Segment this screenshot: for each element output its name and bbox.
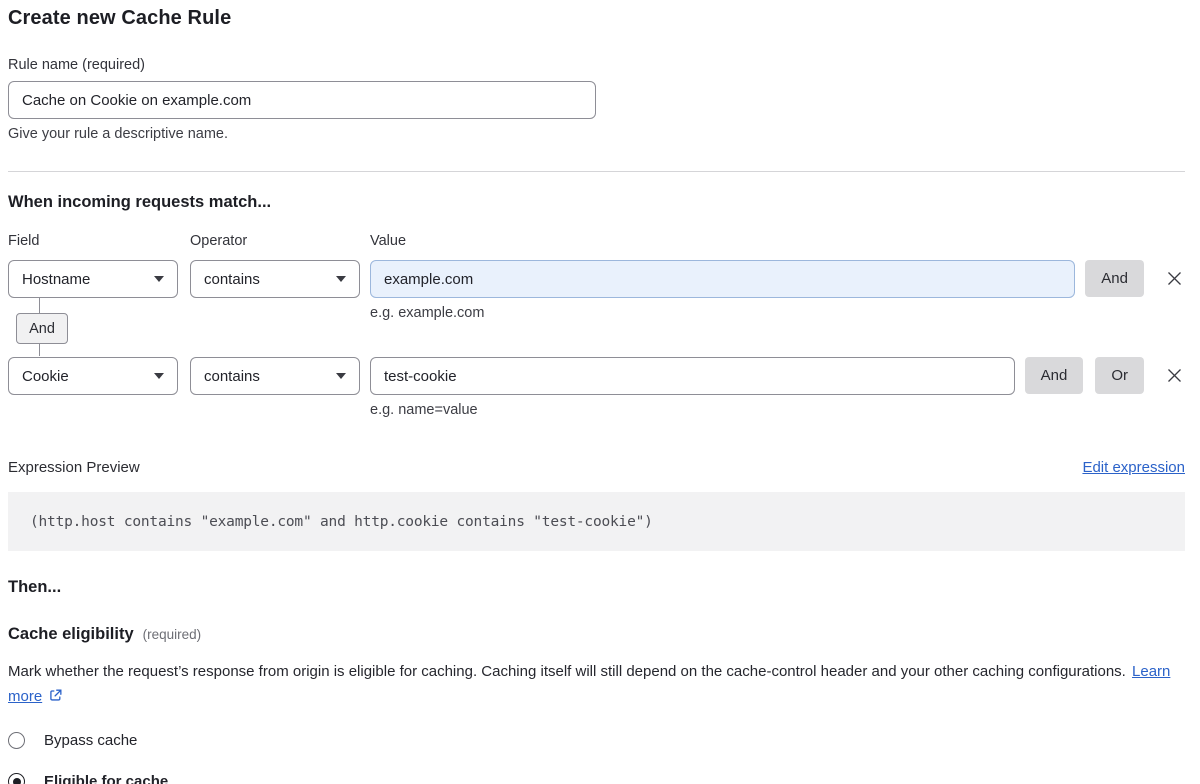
- or-button[interactable]: Or: [1095, 357, 1144, 394]
- close-icon: [1165, 269, 1184, 288]
- field-column-label: Field: [8, 233, 178, 249]
- field-select[interactable]: Cookie: [8, 357, 178, 395]
- value-column: e.g. name=value: [370, 357, 1015, 418]
- chevron-down-icon: [336, 373, 346, 379]
- operator-select[interactable]: contains: [190, 260, 360, 298]
- and-button[interactable]: And: [1025, 357, 1084, 394]
- field-select-value: Hostname: [22, 271, 90, 288]
- operator-select-value: contains: [204, 271, 260, 288]
- description-text: Mark whether the request’s response from…: [8, 663, 1126, 680]
- expression-preview-label: Expression Preview: [8, 459, 140, 476]
- cache-eligibility-description: Mark whether the request’s response from…: [8, 659, 1185, 709]
- radio-eligible-for-cache[interactable]: Eligible for cache: [8, 773, 1185, 784]
- operator-select-value: contains: [204, 368, 260, 385]
- match-heading: When incoming requests match...: [8, 193, 1185, 212]
- radio-button-icon: [8, 732, 25, 749]
- then-heading: Then...: [8, 578, 1185, 597]
- field-select-value: Cookie: [22, 368, 69, 385]
- remove-condition-button[interactable]: [1163, 357, 1185, 394]
- expression-code: (http.host contains "example.com" and ht…: [8, 492, 1185, 551]
- condition-row-1: Hostname contains e.g. example.com And: [8, 260, 1185, 321]
- value-column: e.g. example.com: [370, 260, 1075, 321]
- radio-label: Bypass cache: [44, 732, 137, 749]
- operator-select[interactable]: contains: [190, 357, 360, 395]
- condition-connector: And: [8, 313, 68, 344]
- rule-name-helper: Give your rule a descriptive name.: [8, 126, 1185, 142]
- radio-bypass-cache[interactable]: Bypass cache: [8, 732, 1185, 749]
- condition-column-labels: Field Operator Value: [8, 233, 1185, 249]
- rule-name-input[interactable]: [8, 81, 596, 119]
- edit-expression-link[interactable]: Edit expression: [1082, 459, 1185, 476]
- required-note: (required): [143, 627, 202, 642]
- create-cache-rule-page: Create new Cache Rule Rule name (require…: [0, 0, 1200, 784]
- page-title: Create new Cache Rule: [8, 7, 1185, 30]
- chevron-down-icon: [336, 276, 346, 282]
- condition-row-2: Cookie contains e.g. name=value And Or: [8, 357, 1185, 418]
- chevron-down-icon: [154, 276, 164, 282]
- rule-name-label: Rule name (required): [8, 57, 1185, 73]
- cache-eligibility-heading-row: Cache eligibility (required): [8, 625, 1185, 644]
- remove-condition-button[interactable]: [1163, 260, 1185, 297]
- expression-preview-header: Expression Preview Edit expression: [8, 459, 1185, 476]
- close-icon: [1165, 366, 1184, 385]
- value-input[interactable]: [370, 260, 1075, 298]
- value-hint: e.g. example.com: [370, 305, 1075, 321]
- radio-button-icon: [8, 773, 25, 784]
- value-column-label: Value: [370, 233, 1185, 249]
- operator-column-label: Operator: [190, 233, 360, 249]
- and-connector-button[interactable]: And: [16, 313, 68, 344]
- external-link-icon: [48, 688, 63, 703]
- field-select[interactable]: Hostname: [8, 260, 178, 298]
- value-input[interactable]: [370, 357, 1015, 395]
- chevron-down-icon: [154, 373, 164, 379]
- row-actions: And Or: [1025, 357, 1144, 394]
- cache-eligibility-heading: Cache eligibility: [8, 625, 134, 644]
- row-actions: And: [1085, 260, 1144, 297]
- section-divider: [8, 171, 1185, 172]
- value-hint: e.g. name=value: [370, 402, 1015, 418]
- radio-label: Eligible for cache: [44, 773, 168, 784]
- and-button[interactable]: And: [1085, 260, 1144, 297]
